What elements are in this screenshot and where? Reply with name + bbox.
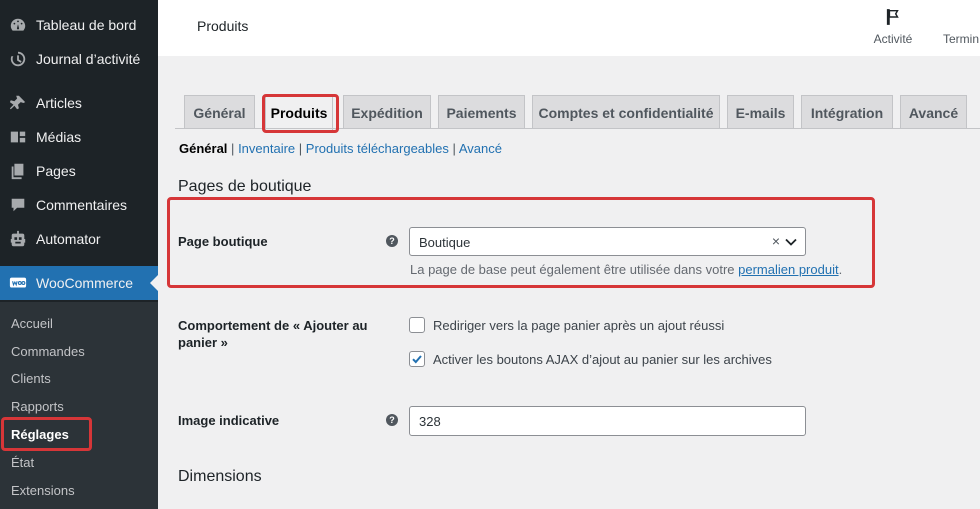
menu-activity-log[interactable]: Journal d’activité <box>0 42 158 76</box>
media-icon <box>8 127 28 147</box>
activity-label: Activité <box>873 32 913 46</box>
tab-shipping[interactable]: Expédition <box>343 95 431 129</box>
section-title-shop-pages: Pages de boutique <box>178 178 312 195</box>
subnav-separator: | <box>231 141 235 156</box>
tab-integration[interactable]: Intégration <box>801 95 893 129</box>
highlight-shop-page-setting <box>167 197 875 288</box>
page-header: Produits Activité Termin <box>158 0 980 56</box>
flag-icon <box>886 9 899 25</box>
history-icon <box>8 49 28 69</box>
subnav-separator: | <box>298 141 303 156</box>
menu-pages[interactable]: Pages <box>0 154 158 188</box>
ajax-cart-option[interactable]: Activer les boutons AJAX d’ajout au pani… <box>409 351 772 367</box>
menu-posts[interactable]: Articles <box>0 86 158 120</box>
redirect-cart-option[interactable]: Rediriger vers la page panier après un a… <box>409 317 724 333</box>
highlight-settings-menu <box>1 417 92 451</box>
subnav-inventory[interactable]: Inventaire <box>238 141 295 156</box>
menu-pages-label: Pages <box>36 163 76 179</box>
finish-setup-button[interactable]: Termin <box>943 32 979 46</box>
placeholder-image-value: 328 <box>419 413 441 429</box>
subnav-advanced[interactable]: Avancé <box>459 141 502 156</box>
highlight-products-tab <box>262 94 339 133</box>
subnav-downloadable[interactable]: Produits téléchargeables <box>306 141 449 156</box>
placeholder-image-input[interactable]: 328 <box>409 406 806 436</box>
menu-media-label: Médias <box>36 129 82 145</box>
woo-icon <box>8 273 28 293</box>
redirect-cart-checkbox[interactable] <box>409 317 425 333</box>
placeholder-image-label: Image indicative <box>178 413 280 428</box>
menu-automator-label: Automator <box>36 231 101 247</box>
menu-woocommerce[interactable]: WooCommerce <box>0 266 158 300</box>
activity-button[interactable]: Activité <box>869 8 917 46</box>
subnav-general[interactable]: Général <box>179 141 227 156</box>
menu-dashboard-label: Tableau de bord <box>36 17 137 33</box>
ajax-cart-checkbox[interactable] <box>409 351 425 367</box>
section-subnav: Général | Inventaire | Produits téléchar… <box>179 141 502 156</box>
ajax-cart-label: Activer les boutons AJAX d’ajout au pani… <box>433 351 772 367</box>
checkmark-icon <box>412 355 422 364</box>
add-to-cart-label: Comportement de « Ajouter au panier » <box>178 318 368 350</box>
menu-posts-label: Articles <box>36 95 82 111</box>
pin-icon <box>8 93 28 113</box>
menu-comments-label: Commentaires <box>36 197 128 213</box>
submenu-reports[interactable]: Rapports <box>11 399 64 414</box>
tab-general[interactable]: Général <box>184 95 255 129</box>
tab-advanced[interactable]: Avancé <box>900 95 967 129</box>
submenu-home[interactable]: Accueil <box>11 316 53 331</box>
comment-icon <box>8 195 28 215</box>
tab-accounts-privacy[interactable]: Comptes et confidentialité <box>532 95 720 129</box>
tab-emails[interactable]: E-mails <box>727 95 794 129</box>
menu-activity-log-label: Journal d’activité <box>36 51 141 67</box>
admin-sidebar: Tableau de bord Journal d’activité Artic… <box>0 0 158 509</box>
page-title: Produits <box>197 18 249 34</box>
menu-automator[interactable]: Automator <box>0 222 158 256</box>
menu-media[interactable]: Médias <box>0 120 158 154</box>
menu-dashboard[interactable]: Tableau de bord <box>0 8 158 42</box>
subnav-separator: | <box>452 141 456 156</box>
submenu-customers[interactable]: Clients <box>11 371 51 386</box>
help-icon[interactable]: ? <box>386 414 398 426</box>
woocommerce-submenu: Accueil Commandes Clients Rapports Régla… <box>0 302 158 509</box>
tab-payments[interactable]: Paiements <box>438 95 525 129</box>
menu-woocommerce-label: WooCommerce <box>36 275 133 291</box>
redirect-cart-label: Rediriger vers la page panier après un a… <box>433 317 725 333</box>
menu-comments[interactable]: Commentaires <box>0 188 158 222</box>
submenu-status[interactable]: État <box>11 455 34 470</box>
current-menu-arrow <box>150 275 158 291</box>
submenu-extensions[interactable]: Extensions <box>11 483 75 498</box>
pages-icon <box>8 161 28 181</box>
robot-icon <box>8 229 28 249</box>
submenu-orders[interactable]: Commandes <box>11 344 85 359</box>
dashboard-icon <box>8 15 28 35</box>
section-title-dimensions: Dimensions <box>178 468 262 485</box>
